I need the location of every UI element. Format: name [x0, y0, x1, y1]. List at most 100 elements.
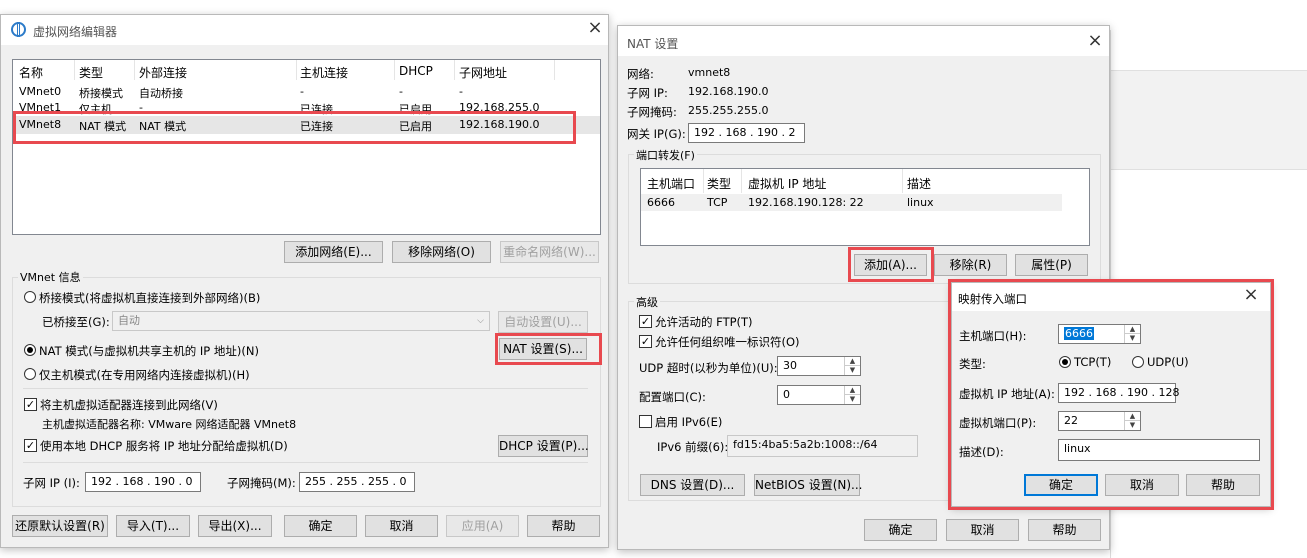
- dhcp-settings-button[interactable]: DHCP 设置(P)...: [498, 435, 589, 457]
- pf-col-desc[interactable]: 描述: [907, 175, 931, 192]
- spin-up-icon[interactable]: ▲: [844, 357, 860, 366]
- col-subnet[interactable]: 子网地址: [459, 64, 507, 81]
- vne-cancel-button[interactable]: 取消: [365, 515, 438, 537]
- virtual-network-editor-window: 虚拟网络编辑器 × 名称 类型 外部连接 主机连接 DHCP 子网地址 VMne…: [0, 14, 609, 548]
- subnet-mask-label: 子网掩码(M):: [227, 476, 296, 490]
- table-cell: -: [300, 85, 304, 98]
- adapter-name-text: 主机虚拟适配器名称: VMware 网络适配器 VMnet8: [42, 418, 297, 431]
- allow-oui-checkbox[interactable]: ✓: [639, 335, 652, 348]
- pf-col-host-port[interactable]: 主机端口: [647, 175, 695, 192]
- col-type[interactable]: 类型: [79, 64, 103, 81]
- chevron-down-icon: ⌵: [477, 316, 484, 326]
- col-host[interactable]: 主机连接: [300, 64, 348, 81]
- table-cell: -: [399, 85, 403, 98]
- vne-ok-button[interactable]: 确定: [284, 515, 357, 537]
- vmnet8-row-highlight: [13, 111, 576, 144]
- table-cell: -: [459, 85, 463, 98]
- restore-defaults-button[interactable]: 还原默认设置(R): [12, 515, 108, 537]
- udp-timeout-field[interactable]: 30 ▲ ▼: [777, 356, 861, 376]
- host-only-label[interactable]: 仅主机模式(在专用网络内连接虚拟机)(H): [39, 367, 250, 383]
- connect-adapter-checkbox[interactable]: ✓: [24, 398, 37, 411]
- col-sep: [74, 60, 75, 80]
- config-port-label: 配置端口(C):: [639, 390, 706, 404]
- table-row[interactable]: 6666 TCP 192.168.190.128: 22 linux: [641, 194, 1062, 211]
- vne-apply-button[interactable]: 应用(A): [446, 515, 519, 537]
- table-cell: TCP: [707, 196, 728, 209]
- col-sep: [902, 169, 903, 193]
- use-dhcp-checkbox[interactable]: ✓: [24, 439, 37, 452]
- nat-subnet-mask-label: 子网掩码:: [627, 105, 677, 119]
- col-name[interactable]: 名称: [19, 64, 43, 81]
- col-sep: [703, 169, 704, 193]
- import-button[interactable]: 导入(T)...: [116, 515, 190, 537]
- table-cell: 桥接模式: [79, 87, 123, 100]
- nat-close-icon[interactable]: ×: [1080, 30, 1110, 51]
- col-external[interactable]: 外部连接: [139, 64, 187, 81]
- add-network-button[interactable]: 添加网络(E)...: [284, 241, 383, 263]
- divider: [23, 462, 588, 463]
- bridged-to-select[interactable]: 自动 ⌵: [112, 311, 490, 331]
- vne-help-button[interactable]: 帮助: [527, 515, 600, 537]
- bridge-mode-label[interactable]: 桥接模式(将虚拟机直接连接到外部网络)(B): [39, 290, 260, 306]
- netbios-settings-button[interactable]: NetBIOS 设置(N)...: [754, 474, 863, 496]
- col-sep: [554, 60, 555, 80]
- bridge-mode-radio[interactable]: [24, 291, 36, 303]
- use-dhcp-label[interactable]: 使用本地 DHCP 服务将 IP 地址分配给虚拟机(D): [40, 438, 288, 454]
- dns-settings-button[interactable]: DNS 设置(D)...: [640, 474, 745, 496]
- config-port-value: 0: [783, 388, 790, 401]
- nat-titlebar: NAT 设置 ×: [618, 26, 1109, 56]
- udp-timeout-value: 30: [783, 359, 797, 372]
- subnet-ip-field[interactable]: 192 . 168 . 190 . 0: [85, 472, 201, 492]
- host-only-radio[interactable]: [24, 368, 36, 380]
- nat-cancel-button[interactable]: 取消: [946, 519, 1019, 541]
- bridged-to-value: 自动: [118, 314, 140, 327]
- vne-titlebar: 虚拟网络编辑器 ×: [1, 15, 608, 45]
- nat-title: NAT 设置: [627, 37, 679, 51]
- network-globe-icon-meridian: [17, 22, 20, 37]
- allow-ftp-label[interactable]: 允许活动的 FTP(T): [655, 314, 753, 330]
- enable-ipv6-label[interactable]: 启用 IPv6(E): [655, 414, 722, 430]
- nat-mode-radio[interactable]: [24, 344, 36, 356]
- gateway-label: 网关 IP(G):: [627, 127, 686, 141]
- nat-mode-label[interactable]: NAT 模式(与虚拟机共享主机的 IP 地址)(N): [39, 343, 259, 359]
- vnet-list[interactable]: 名称 类型 外部连接 主机连接 DHCP 子网地址 VMnet0 桥接模式 自动…: [12, 59, 601, 235]
- nat-settings-highlight: [495, 333, 602, 365]
- divider: [23, 388, 588, 389]
- pf-remove-button[interactable]: 移除(R): [934, 254, 1007, 276]
- port-forward-list[interactable]: 主机端口 类型 虚拟机 IP 地址 描述 6666 TCP 192.168.19…: [640, 168, 1090, 246]
- rename-network-button[interactable]: 重命名网络(W)...: [500, 241, 599, 263]
- allow-ftp-checkbox[interactable]: ✓: [639, 315, 652, 328]
- table-cell: linux: [907, 196, 934, 209]
- auto-settings-button[interactable]: 自动设置(U)...: [498, 311, 588, 333]
- config-port-field[interactable]: 0 ▲ ▼: [777, 385, 861, 405]
- nat-ok-button[interactable]: 确定: [864, 519, 937, 541]
- gateway-field[interactable]: 192 . 168 . 190 . 2: [688, 123, 805, 143]
- export-button[interactable]: 导出(X)...: [198, 515, 272, 537]
- vne-close-icon[interactable]: ×: [580, 17, 610, 38]
- subnet-ip-label: 子网 IP (I):: [23, 476, 80, 490]
- vmnet-info-label: VMnet 信息: [18, 269, 83, 285]
- table-cell: VMnet0: [19, 85, 62, 98]
- table-row[interactable]: VMnet0 桥接模式 自动桥接 - - -: [13, 85, 600, 101]
- remove-network-button[interactable]: 移除网络(O): [392, 241, 491, 263]
- subnet-mask-field[interactable]: 255 . 255 . 255 . 0: [299, 472, 415, 492]
- col-dhcp[interactable]: DHCP: [399, 64, 433, 78]
- pf-col-vm-ip[interactable]: 虚拟机 IP 地址: [748, 175, 826, 192]
- udp-timeout-label: UDP 超时(以秒为单位)(U):: [639, 361, 778, 375]
- nat-help-button[interactable]: 帮助: [1028, 519, 1101, 541]
- col-sep: [741, 169, 742, 193]
- spin-up-icon[interactable]: ▲: [844, 386, 860, 395]
- pf-col-type[interactable]: 类型: [707, 175, 731, 192]
- col-sep: [454, 60, 455, 80]
- ipv6-prefix-field[interactable]: fd15:4ba5:5a2b:1008::/64: [727, 435, 918, 457]
- enable-ipv6-checkbox[interactable]: [639, 415, 652, 428]
- nat-subnet-mask-value: 255.255.255.0: [688, 104, 769, 117]
- allow-oui-label[interactable]: 允许任何组织唯一标识符(O): [655, 334, 800, 350]
- col-sep: [296, 60, 297, 80]
- ipv6-prefix-label: IPv6 前缀(6):: [657, 440, 729, 454]
- connect-adapter-label[interactable]: 将主机虚拟适配器连接到此网络(V): [40, 397, 218, 413]
- spin-down-icon[interactable]: ▼: [844, 395, 860, 404]
- pf-properties-button[interactable]: 属性(P): [1015, 254, 1088, 276]
- vne-title: 虚拟网络编辑器: [33, 25, 118, 39]
- spin-down-icon[interactable]: ▼: [844, 366, 860, 375]
